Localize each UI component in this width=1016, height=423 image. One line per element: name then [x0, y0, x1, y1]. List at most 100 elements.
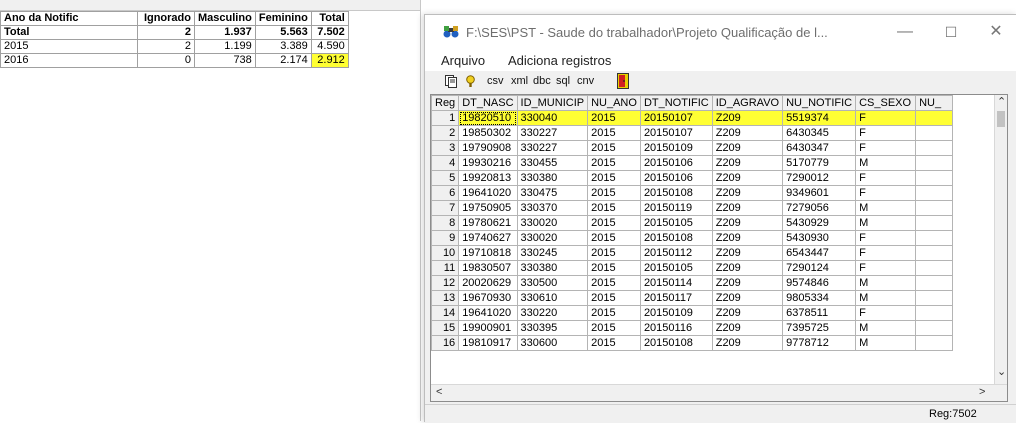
table-cell[interactable]: 5170779	[782, 155, 857, 171]
records-grid[interactable]: Reg DT_NASC ID_MUNICIP NU_ANO DT_NOTIFIC…	[430, 94, 1008, 402]
table-cell[interactable]: 330610	[516, 290, 589, 306]
table-cell[interactable]: F	[855, 170, 917, 186]
table-cell[interactable]: Z209	[711, 200, 784, 216]
table-cell[interactable]: 20150109	[639, 140, 713, 156]
table-cell[interactable]: 9805334	[782, 290, 857, 306]
table-cell[interactable]: Z209	[711, 215, 784, 231]
table-cell[interactable]: Z209	[711, 125, 784, 141]
table-cell[interactable]: M	[855, 200, 917, 216]
table-cell[interactable]: 330455	[516, 155, 589, 171]
table-row[interactable]: 6 19641020 330475 2015 20150108 Z209 9349601 F	[431, 185, 954, 201]
table-cell[interactable]: 2015	[587, 155, 641, 171]
toolbar-csv[interactable]: csv	[487, 75, 504, 87]
table-cell[interactable]: 20150117	[639, 290, 713, 306]
toolbar-cnv[interactable]: cnv	[577, 75, 594, 87]
table-cell[interactable]: 2015	[587, 260, 641, 276]
table-cell[interactable]: 6543447	[782, 245, 857, 261]
table-cell[interactable]: 6430347	[782, 140, 857, 156]
table-cell[interactable]: Z209	[711, 335, 784, 351]
menu-arquivo[interactable]: Arquivo	[441, 53, 485, 68]
table-cell[interactable]: F	[855, 230, 917, 246]
table-cell[interactable]: Z209	[711, 305, 784, 321]
table-row[interactable]: 15 19900901 330395 2015 20150116 Z209 7395725 M	[431, 320, 954, 336]
table-cell[interactable]: 2015	[587, 290, 641, 306]
table-cell[interactable]: 5430929	[782, 215, 857, 231]
table-cell[interactable]: 2015	[587, 215, 641, 231]
table-cell[interactable]: F	[855, 185, 917, 201]
table-cell[interactable]	[915, 170, 954, 186]
table-cell[interactable]	[915, 140, 954, 156]
row-number[interactable]: 5	[431, 170, 460, 186]
table-row[interactable]: 3 19790908 330227 2015 20150109 Z209 6430347 F	[431, 140, 954, 156]
table-cell[interactable]: Z209	[711, 245, 784, 261]
table-cell[interactable]: 9349601	[782, 185, 857, 201]
table-row[interactable]: 5 19920813 330380 2015 20150106 Z209 7290012 F	[431, 170, 954, 186]
table-cell[interactable]: 2015	[587, 305, 641, 321]
table-row[interactable]: 9 19740627 330020 2015 20150108 Z209 5430930 F	[431, 230, 954, 246]
table-row[interactable]: 12 20020629 330500 2015 20150114 Z209 9574846 M	[431, 275, 954, 291]
table-cell[interactable]: 20150106	[639, 155, 713, 171]
column-header-id-agravo[interactable]: ID_AGRAVO	[711, 95, 784, 111]
table-cell[interactable]: Z209	[711, 110, 784, 126]
table-cell[interactable]	[915, 185, 954, 201]
table-cell[interactable]: 2015	[587, 185, 641, 201]
table-cell[interactable]: Z209	[711, 260, 784, 276]
table-cell[interactable]: Z209	[711, 230, 784, 246]
table-cell[interactable]: 19790908	[458, 140, 518, 156]
table-cell[interactable]: Z209	[711, 155, 784, 171]
table-cell[interactable]	[915, 230, 954, 246]
table-cell[interactable]: 19830507	[458, 260, 518, 276]
table-cell[interactable]: 19810917	[458, 335, 518, 351]
title-bar[interactable]: F:\SES\PST - Saude do trabalhador\Projet…	[425, 15, 1016, 49]
row-number[interactable]: 1	[431, 110, 460, 126]
table-cell[interactable]	[915, 200, 954, 216]
table-row[interactable]: 16 19810917 330600 2015 20150108 Z209 9778712 M	[431, 335, 954, 351]
table-cell[interactable]: M	[855, 290, 917, 306]
row-number[interactable]: 14	[431, 305, 460, 321]
table-cell[interactable]: 2015	[587, 200, 641, 216]
toolbar-xml[interactable]: xml	[511, 75, 528, 87]
table-cell[interactable]: 19750905	[458, 200, 518, 216]
row-number[interactable]: 12	[431, 275, 460, 291]
table-cell[interactable]: M	[855, 155, 917, 171]
table-cell[interactable]: 6378511	[782, 305, 857, 321]
table-cell[interactable]: 2015	[587, 320, 641, 336]
table-cell[interactable]: 330500	[516, 275, 589, 291]
table-cell[interactable]: 2015	[587, 170, 641, 186]
column-header-dt-notific[interactable]: DT_NOTIFIC	[639, 95, 713, 111]
toolbar-dbc[interactable]: dbc	[533, 75, 551, 87]
table-cell[interactable]: 330020	[516, 215, 589, 231]
table-cell[interactable]: 2015	[587, 245, 641, 261]
table-cell[interactable]: 20150105	[639, 260, 713, 276]
table-cell[interactable]: 19740627	[458, 230, 518, 246]
column-header-nu-ano[interactable]: NU_ANO	[587, 95, 641, 111]
scroll-thumb[interactable]	[997, 111, 1005, 127]
table-row[interactable]: 11 19830507 330380 2015 20150105 Z209 7290124 F	[431, 260, 954, 276]
table-cell[interactable]	[915, 260, 954, 276]
table-cell[interactable]: Z209	[711, 320, 784, 336]
table-cell[interactable]	[915, 305, 954, 321]
table-cell[interactable]: 2015	[587, 335, 641, 351]
row-number[interactable]: 2	[431, 125, 460, 141]
row-number[interactable]: 8	[431, 215, 460, 231]
scroll-right-icon[interactable]: >	[979, 386, 985, 398]
summary-header-masculino[interactable]: Masculino	[194, 11, 256, 26]
table-row[interactable]: 2 19850302 330227 2015 20150107 Z209 6430345 F	[431, 125, 954, 141]
table-cell[interactable]: 330245	[516, 245, 589, 261]
table-row[interactable]: 14 19641020 330220 2015 20150109 Z209 6378511 F	[431, 305, 954, 321]
table-cell[interactable]: 330020	[516, 230, 589, 246]
table-cell[interactable]: 20150116	[639, 320, 713, 336]
table-cell[interactable]: 2015	[587, 125, 641, 141]
table-cell[interactable]: 330370	[516, 200, 589, 216]
table-cell[interactable]: 20150114	[639, 275, 713, 291]
table-cell[interactable]: 19920813	[458, 170, 518, 186]
table-cell[interactable]: 2015	[587, 275, 641, 291]
table-cell[interactable]: 330040	[516, 110, 589, 126]
row-number[interactable]: 15	[431, 320, 460, 336]
table-cell[interactable]: 20150106	[639, 170, 713, 186]
table-cell[interactable]: 9778712	[782, 335, 857, 351]
table-cell[interactable]: 19900901	[458, 320, 518, 336]
table-cell[interactable]: 20150108	[639, 230, 713, 246]
row-number[interactable]: 3	[431, 140, 460, 156]
row-number[interactable]: 4	[431, 155, 460, 171]
